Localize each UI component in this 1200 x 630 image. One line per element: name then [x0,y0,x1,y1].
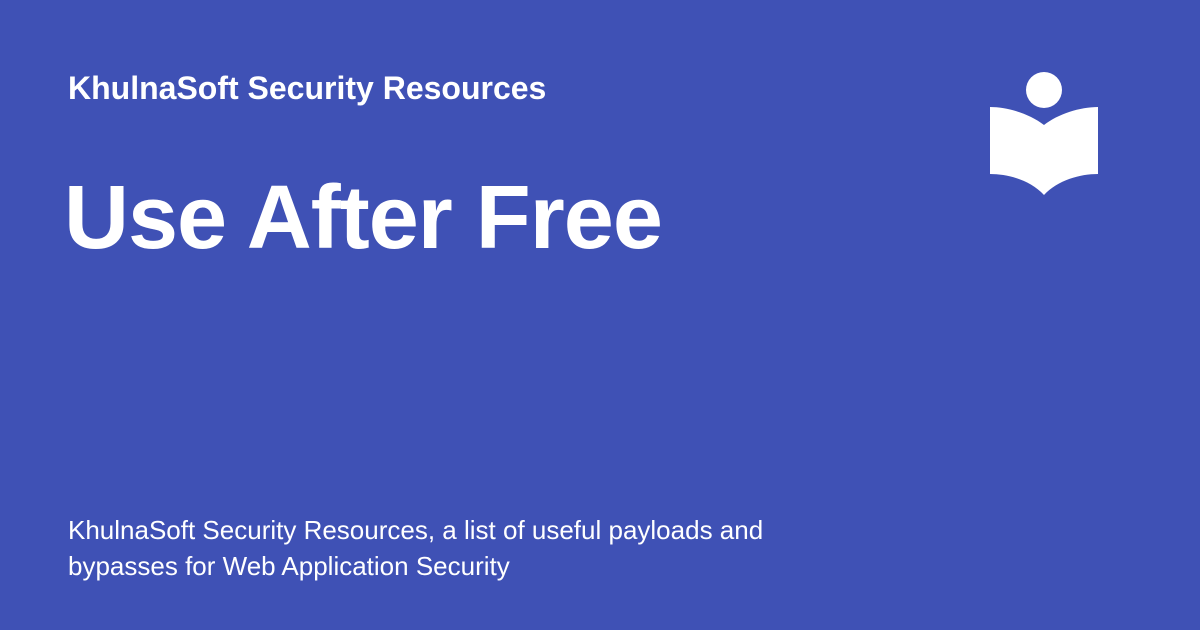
page-description: KhulnaSoft Security Resources, a list of… [68,515,764,581]
reader-book-icon [988,70,1100,198]
social-card: KhulnaSoft Security Resources Use After … [0,0,1200,630]
site-name: KhulnaSoft Security Resources [68,70,547,106]
page-title: Use After Free [64,168,663,268]
